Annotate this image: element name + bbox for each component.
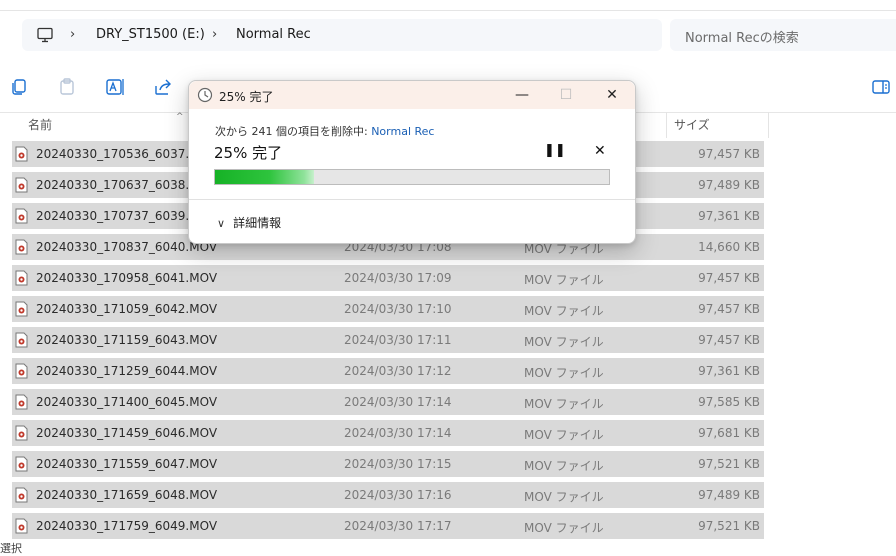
details-pane-icon[interactable] bbox=[870, 76, 892, 98]
chevron-right-icon[interactable]: › bbox=[212, 27, 217, 42]
file-size: 97,489 KB bbox=[698, 178, 760, 192]
delete-progress-dialog: 25% 完了 — ☐ ✕ 次から 241 個の項目を削除中: Normal Re… bbox=[188, 80, 636, 244]
file-row[interactable]: 20240330_171400_6045.MOV 2024/03/30 17:14… bbox=[12, 389, 764, 415]
video-file-icon bbox=[15, 208, 28, 224]
file-size: 97,489 KB bbox=[698, 488, 760, 502]
file-row[interactable]: 20240330_171159_6043.MOV 2024/03/30 17:11… bbox=[12, 327, 764, 353]
chevron-down-icon: ∨ bbox=[217, 217, 226, 230]
file-type: MOV ファイル bbox=[524, 304, 604, 318]
pause-button[interactable]: ❚❚ bbox=[544, 143, 566, 158]
file-name: 20240330_171759_6049.MOV bbox=[36, 519, 218, 533]
file-date: 2024/03/30 17:14 bbox=[344, 426, 452, 440]
video-file-icon bbox=[15, 270, 28, 286]
more-details-label: 詳細情報 bbox=[233, 216, 282, 230]
file-row[interactable]: 20240330_170958_6041.MOV 2024/03/30 17:09… bbox=[12, 265, 764, 291]
file-size: 97,457 KB bbox=[698, 302, 760, 316]
video-file-icon bbox=[15, 239, 28, 255]
file-date: 2024/03/30 17:16 bbox=[344, 488, 452, 502]
file-date: 2024/03/30 17:11 bbox=[344, 333, 452, 347]
breadcrumb-drive[interactable]: DRY_ST1500 (E:) bbox=[96, 27, 205, 42]
file-type: MOV ファイル bbox=[524, 521, 604, 535]
file-type: MOV ファイル bbox=[524, 490, 604, 504]
minimize-button[interactable]: — bbox=[499, 81, 545, 109]
file-name: 20240330_171659_6048.MOV bbox=[36, 488, 218, 502]
file-name: 20240330_171259_6044.MOV bbox=[36, 364, 218, 378]
dialog-title: 25% 完了 bbox=[219, 90, 274, 104]
video-file-icon bbox=[15, 146, 28, 162]
progress-bar bbox=[214, 169, 610, 185]
destination-folder-link[interactable]: Normal Rec bbox=[371, 125, 434, 138]
file-row[interactable]: 20240330_171459_6046.MOV 2024/03/30 17:14… bbox=[12, 420, 764, 446]
file-size: 97,457 KB bbox=[698, 271, 760, 285]
file-name: 20240330_171159_6043.MOV bbox=[36, 333, 218, 347]
address-bar[interactable]: › DRY_ST1500 (E:) › Normal Rec bbox=[22, 19, 662, 51]
top-strip bbox=[0, 0, 896, 11]
breadcrumb-folder[interactable]: Normal Rec bbox=[236, 27, 311, 42]
paste-icon[interactable] bbox=[56, 76, 78, 98]
video-file-icon bbox=[15, 177, 28, 193]
operation-description-text: 次から 241 個の項目を削除中: bbox=[215, 125, 372, 138]
dialog-titlebar[interactable]: 25% 完了 — ☐ ✕ bbox=[189, 81, 635, 109]
dialog-divider bbox=[189, 199, 635, 200]
file-date: 2024/03/30 17:17 bbox=[344, 519, 452, 533]
search-placeholder: Normal Recの検索 bbox=[685, 31, 799, 46]
share-icon[interactable] bbox=[152, 76, 174, 98]
video-file-icon bbox=[15, 332, 28, 348]
column-header-name[interactable]: 名前 bbox=[28, 116, 52, 138]
progress-percent-label: 25% 完了 bbox=[214, 144, 283, 162]
file-row[interactable]: 20240330_171659_6048.MOV 2024/03/30 17:16… bbox=[12, 482, 764, 508]
video-file-icon bbox=[15, 363, 28, 379]
file-type: MOV ファイル bbox=[524, 273, 604, 287]
maximize-button: ☐ bbox=[559, 87, 573, 103]
file-type: MOV ファイル bbox=[524, 428, 604, 442]
video-file-icon bbox=[15, 456, 28, 472]
file-size: 97,521 KB bbox=[698, 457, 760, 471]
more-details-toggle[interactable]: ∨ 詳細情報 bbox=[217, 214, 281, 231]
video-file-icon bbox=[15, 518, 28, 534]
file-type: MOV ファイル bbox=[524, 366, 604, 380]
tab-strip bbox=[0, 0, 896, 11]
video-file-icon bbox=[15, 425, 28, 441]
rename-icon[interactable] bbox=[104, 76, 126, 98]
file-size: 97,585 KB bbox=[698, 395, 760, 409]
file-row[interactable]: 20240330_171259_6044.MOV 2024/03/30 17:12… bbox=[12, 358, 764, 384]
video-file-icon bbox=[15, 301, 28, 317]
file-size: 97,457 KB bbox=[698, 147, 760, 161]
copy-icon[interactable] bbox=[8, 76, 30, 98]
file-size: 14,660 KB bbox=[698, 240, 760, 254]
file-name: 20240330_171059_6042.MOV bbox=[36, 302, 218, 316]
file-name: 20240330_171400_6045.MOV bbox=[36, 395, 218, 409]
file-date: 2024/03/30 17:14 bbox=[344, 395, 452, 409]
file-name: 20240330_170958_6041.MOV bbox=[36, 271, 218, 285]
file-name: 20240330_171559_6047.MOV bbox=[36, 457, 218, 471]
video-file-icon bbox=[15, 394, 28, 410]
cancel-button[interactable]: ✕ bbox=[594, 143, 606, 159]
file-size: 97,361 KB bbox=[698, 364, 760, 378]
file-row[interactable]: 20240330_171059_6042.MOV 2024/03/30 17:10… bbox=[12, 296, 764, 322]
file-type: MOV ファイル bbox=[524, 397, 604, 411]
progress-bar-fill bbox=[215, 170, 314, 184]
column-header-size[interactable]: サイズ bbox=[674, 116, 710, 138]
file-size: 97,457 KB bbox=[698, 333, 760, 347]
file-size: 97,521 KB bbox=[698, 519, 760, 533]
operation-description: 次から 241 個の項目を削除中: Normal Rec bbox=[215, 123, 434, 139]
video-file-icon bbox=[15, 487, 28, 503]
sort-caret-icon: ^ bbox=[176, 112, 184, 122]
file-row[interactable]: 20240330_171559_6047.MOV 2024/03/30 17:15… bbox=[12, 451, 764, 477]
this-pc-icon[interactable] bbox=[36, 26, 54, 44]
file-type: MOV ファイル bbox=[524, 335, 604, 349]
close-button[interactable]: ✕ bbox=[589, 81, 635, 109]
clock-icon bbox=[197, 87, 213, 103]
file-date: 2024/03/30 17:10 bbox=[344, 302, 452, 316]
file-type: MOV ファイル bbox=[524, 459, 604, 473]
file-name: 20240330_171459_6046.MOV bbox=[36, 426, 218, 440]
chevron-right-icon[interactable]: › bbox=[70, 27, 75, 42]
search-box[interactable]: Normal Recの検索 bbox=[670, 19, 896, 51]
file-size: 97,361 KB bbox=[698, 209, 760, 223]
file-date: 2024/03/30 17:09 bbox=[344, 271, 452, 285]
file-row[interactable]: 20240330_171759_6049.MOV 2024/03/30 17:17… bbox=[12, 513, 764, 539]
file-date: 2024/03/30 17:15 bbox=[344, 457, 452, 471]
file-size: 97,681 KB bbox=[698, 426, 760, 440]
file-date: 2024/03/30 17:12 bbox=[344, 364, 452, 378]
